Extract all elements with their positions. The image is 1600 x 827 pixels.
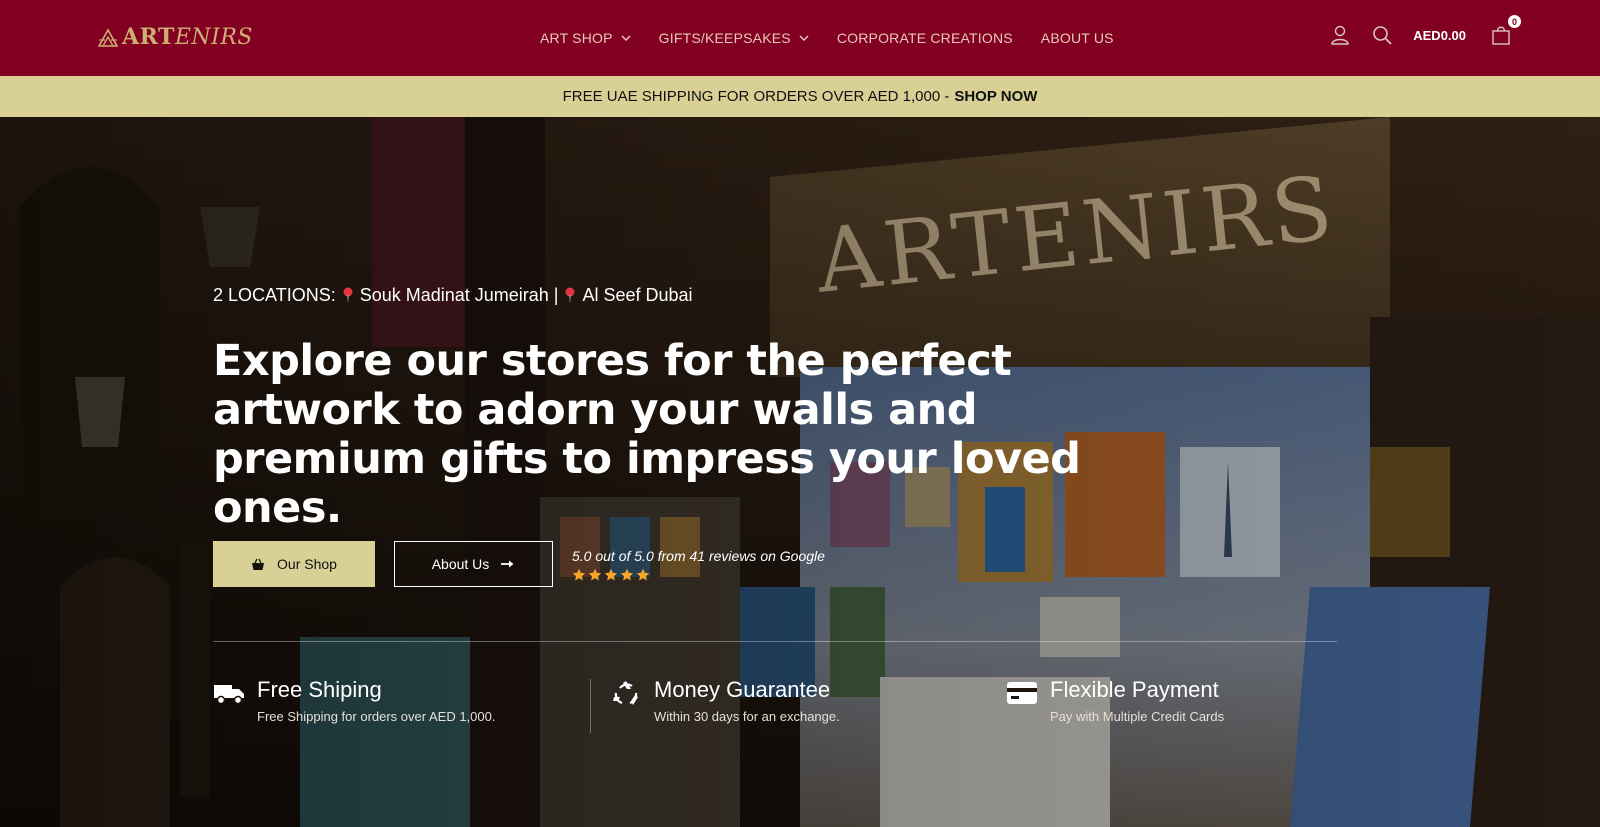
rating-text: 5.0 out of 5.0 from 41 reviews on Google (572, 548, 825, 564)
our-shop-button[interactable]: Our Shop (213, 541, 375, 587)
nav-label: GIFTS/KEEPSAKES (658, 30, 791, 46)
credit-card-icon (1007, 682, 1037, 704)
logo-text-bold: ART (122, 24, 175, 50)
location-al-seef[interactable]: Al Seef Dubai (582, 285, 692, 306)
promo-text: FREE UAE SHIPPING FOR ORDERS OVER AED 1,… (562, 88, 950, 105)
star-icon (620, 568, 634, 581)
truck-icon (214, 685, 244, 705)
user-icon[interactable] (1329, 24, 1351, 46)
search-icon[interactable] (1371, 24, 1393, 46)
header-actions: AED0.00 0 (1329, 14, 1522, 46)
about-us-label: About Us (431, 556, 490, 572)
feature-flexible-payment: Flexible Payment Pay with Multiple Credi… (1006, 677, 1224, 724)
star-icon (604, 568, 618, 581)
features-row: Free Shiping Free Shipping for orders ov… (213, 677, 1337, 737)
recycle-icon (613, 681, 638, 705)
nav-label: ART SHOP (540, 30, 613, 46)
star-icon (636, 568, 650, 581)
feature-free-shipping: Free Shiping Free Shipping for orders ov… (213, 677, 495, 724)
cart-count-badge: 0 (1507, 14, 1522, 29)
our-shop-label: Our Shop (277, 556, 337, 572)
nav-item-about-us[interactable]: ABOUT US (1041, 30, 1114, 46)
map-pin-icon (565, 287, 575, 304)
shop-now-link[interactable]: SHOP NOW (954, 88, 1037, 105)
feature-separator (590, 679, 591, 733)
star-icon (572, 568, 586, 581)
feature-desc: Within 30 days for an exchange. (654, 709, 840, 724)
rating-stars (572, 568, 825, 582)
star-icon (588, 568, 602, 581)
feature-money-guarantee: Money Guarantee Within 30 days for an ex… (610, 677, 840, 724)
chevron-down-icon (621, 35, 631, 42)
shopping-bag-icon (1492, 26, 1510, 45)
logo-mark-icon (97, 28, 119, 47)
logo-text-italic: ENIRS (174, 25, 253, 50)
promo-bar: FREE UAE SHIPPING FOR ORDERS OVER AED 1,… (0, 76, 1600, 117)
feature-desc: Free Shipping for orders over AED 1,000. (257, 709, 496, 724)
cart-total[interactable]: AED0.00 (1413, 28, 1466, 43)
chevron-down-icon (799, 35, 809, 42)
main-nav: ART SHOP GIFTS/KEEPSAKES CORPORATE CREAT… (540, 0, 1114, 76)
hero-content: 2 LOCATIONS: Souk Madinat Jumeirah | Al … (0, 117, 1600, 827)
feature-title: Flexible Payment (1050, 677, 1219, 702)
nav-item-corporate-creations[interactable]: CORPORATE CREATIONS (837, 30, 1013, 46)
google-rating[interactable]: 5.0 out of 5.0 from 41 reviews on Google (572, 548, 825, 582)
nav-item-art-shop[interactable]: ART SHOP (540, 30, 631, 46)
about-us-button[interactable]: About Us (394, 541, 553, 587)
cart-button[interactable]: 0 (1490, 14, 1522, 46)
feature-title: Money Guarantee (654, 677, 831, 702)
feature-title: Free Shiping (257, 677, 382, 702)
site-header: ARTENIRS ART SHOP GIFTS/KEEPSAKES CORPOR… (0, 0, 1600, 76)
hero-headline: Explore our stores for the perfect artwo… (213, 336, 1081, 533)
nav-label: ABOUT US (1040, 30, 1114, 46)
nav-label: CORPORATE CREATIONS (836, 30, 1013, 46)
hero-divider (213, 641, 1337, 642)
hero-section: ARTENIRS 2 LOCATIONS: (0, 117, 1600, 827)
feature-desc: Pay with Multiple Credit Cards (1050, 709, 1225, 724)
map-pin-icon (343, 287, 353, 304)
arrow-right-icon (501, 560, 514, 568)
store-locations: 2 LOCATIONS: Souk Madinat Jumeirah | Al … (213, 285, 693, 306)
shopping-basket-icon (252, 558, 265, 570)
locations-label: 2 LOCATIONS: (213, 285, 336, 305)
brand-logo[interactable]: ARTENIRS (97, 24, 253, 50)
nav-item-gifts-keepsakes[interactable]: GIFTS/KEEPSAKES (659, 30, 809, 46)
location-souk-madinat[interactable]: Souk Madinat Jumeirah | (360, 285, 559, 306)
